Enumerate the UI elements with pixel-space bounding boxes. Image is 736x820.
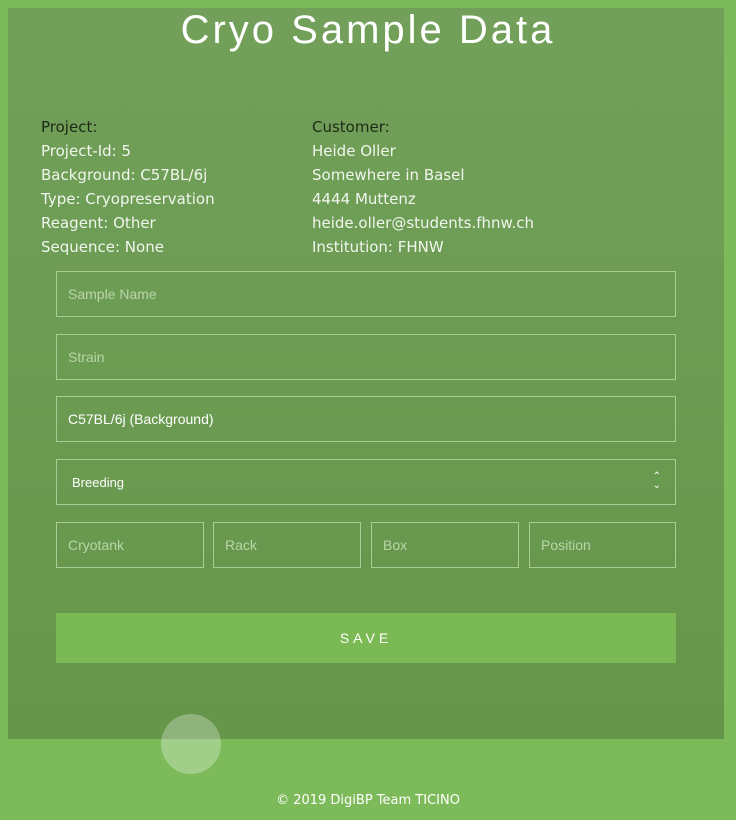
customer-name: Heide Oller: [312, 142, 396, 160]
customer-city: 4444 Muttenz: [312, 190, 416, 208]
customer-email: heide.oller@students.fhnw.ch: [312, 214, 534, 232]
position-input[interactable]: Position: [529, 522, 676, 568]
cryotank-input[interactable]: Cryotank: [56, 522, 204, 568]
box-input[interactable]: Box: [371, 522, 519, 568]
customer-street: Somewhere in Basel: [312, 166, 465, 184]
project-type: Type: Cryopreservation: [41, 190, 215, 208]
project-heading: Project:: [41, 118, 98, 136]
ripple-indicator: [161, 714, 221, 774]
project-info: Project: Project-Id: 5 Background: C57BL…: [41, 115, 215, 259]
project-id: Project-Id: 5: [41, 142, 132, 160]
page-title: Cryo Sample Data: [180, 8, 556, 52]
select-arrows-icon: ⌃ ⌄: [652, 471, 661, 491]
customer-heading: Customer:: [312, 118, 390, 136]
customer-info: Customer: Heide Oller Somewhere in Basel…: [312, 115, 534, 259]
save-button[interactable]: SAVE: [56, 613, 676, 663]
project-reagent: Reagent: Other: [41, 214, 156, 232]
project-sequence: Sequence: None: [41, 238, 164, 256]
project-background: Background: C57BL/6j: [41, 166, 208, 184]
strain-input[interactable]: Strain: [56, 334, 676, 380]
sample-name-input[interactable]: Sample Name: [56, 271, 676, 317]
footer-copyright: © 2019 DigiBP Team TICINO: [276, 793, 460, 808]
rack-input[interactable]: Rack: [213, 522, 361, 568]
breeding-selected-value: Breeding: [72, 475, 125, 490]
background-input[interactable]: C57BL/6j (Background): [56, 396, 676, 442]
customer-institution: Institution: FHNW: [312, 238, 444, 256]
breeding-select[interactable]: Breeding ⌃ ⌄: [56, 459, 676, 505]
